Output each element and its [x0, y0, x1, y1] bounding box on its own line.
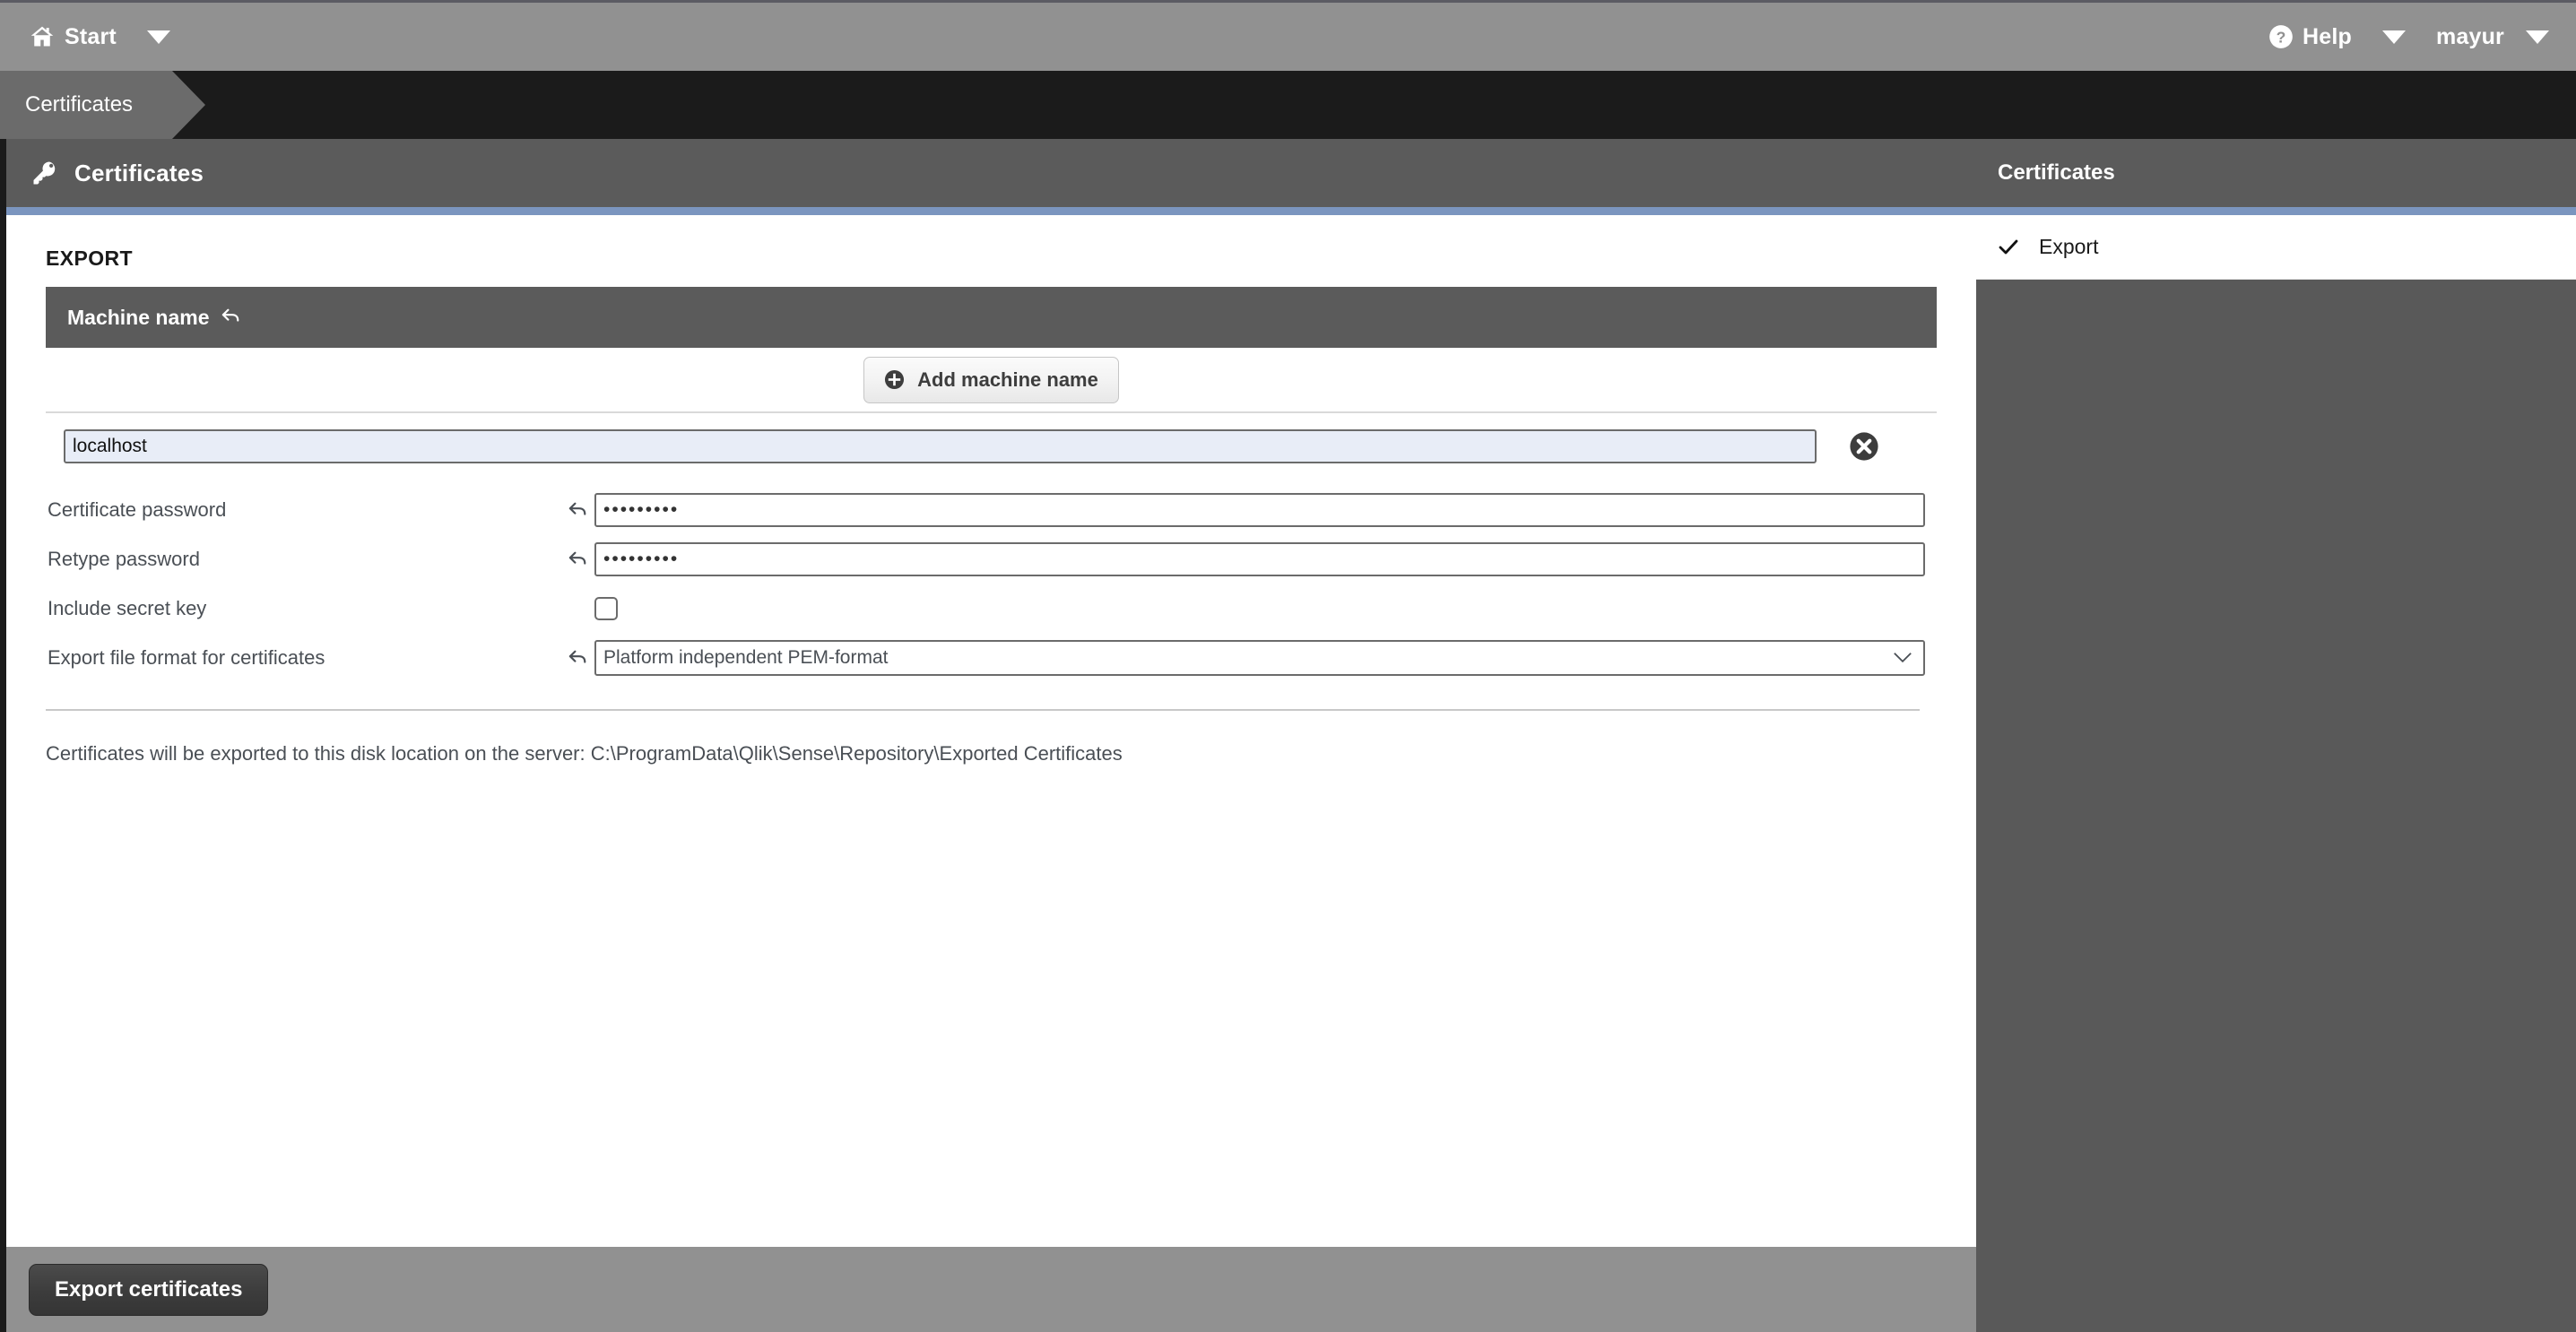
svg-text:?: ? — [2277, 28, 2286, 46]
breadcrumb-label: Certificates — [25, 92, 133, 117]
right-panel-header: Certificates — [1976, 139, 2576, 215]
help-button[interactable]: ? Help — [2259, 3, 2370, 71]
right-panel-list: Export — [1976, 215, 2576, 280]
user-menu-button[interactable]: mayur — [2418, 3, 2513, 71]
export-file-format-revert-icon[interactable] — [557, 649, 594, 667]
help-chevron-down-icon[interactable] — [2382, 30, 2406, 44]
right-panel-title: Certificates — [1998, 160, 2115, 186]
form-row-certificate-password: Certificate password — [46, 485, 1937, 534]
retype-password-revert-icon[interactable] — [557, 550, 594, 568]
include-secret-key-label: Include secret key — [46, 597, 557, 620]
page-title: Certificates — [74, 160, 204, 187]
right-panel-item-export[interactable]: Export — [1976, 215, 2576, 280]
section-title-export: EXPORT — [46, 215, 1937, 287]
right-side-panel: Certificates Export — [1976, 139, 2576, 1332]
machine-name-input[interactable] — [64, 429, 1817, 463]
left-rail-divider — [0, 139, 6, 1332]
start-label: Start — [56, 24, 126, 50]
machine-name-column-label: Machine name — [67, 306, 210, 330]
plus-circle-icon — [884, 369, 917, 390]
breadcrumb-bar: Certificates — [0, 71, 2576, 139]
undo-arrow-icon[interactable] — [210, 307, 241, 327]
start-menu-button[interactable]: Start — [20, 3, 134, 71]
machine-name-table: Machine name — [46, 287, 1937, 476]
page-body: EXPORT Machine name — [6, 215, 1976, 1247]
export-certificates-button[interactable]: Export certificates — [29, 1264, 268, 1316]
form-row-export-file-format: Export file format for certificates Plat… — [46, 633, 1937, 682]
chevron-down-icon[interactable] — [147, 30, 170, 44]
export-settings-form: Certificate password Retype password — [46, 476, 1937, 682]
export-file-format-select-wrapper: Platform independent PEM-format Windows … — [594, 640, 1925, 676]
help-label: Help — [2294, 24, 2361, 50]
retype-password-label: Retype password — [46, 548, 557, 571]
breadcrumb-item-certificates[interactable]: Certificates — [0, 71, 172, 139]
clear-circle-x-icon[interactable] — [1817, 431, 1879, 462]
form-row-retype-password: Retype password — [46, 534, 1937, 584]
machine-name-row — [46, 413, 1937, 476]
user-label: mayur — [2427, 24, 2513, 50]
export-location-note: Certificates will be exported to this di… — [46, 711, 1937, 765]
export-file-format-label: Export file format for certificates — [46, 646, 557, 670]
right-panel-item-label: Export — [2039, 235, 2098, 259]
check-icon — [1998, 237, 2019, 258]
add-machine-name-button[interactable]: Add machine name — [863, 357, 1119, 403]
footer-action-bar: Export certificates — [6, 1247, 1976, 1332]
certificate-password-revert-icon[interactable] — [557, 501, 594, 519]
key-icon — [31, 160, 58, 186]
machine-name-table-header: Machine name — [46, 287, 1937, 348]
top-navigation-bar: Start ? Help mayur — [0, 0, 2576, 71]
main-content-column: Certificates EXPORT Machine name — [6, 139, 1976, 1332]
form-row-include-secret-key: Include secret key — [46, 584, 1937, 633]
top-nav-right-group: ? Help mayur — [2259, 3, 2576, 71]
add-machine-name-label: Add machine name — [917, 368, 1098, 392]
include-secret-key-checkbox[interactable] — [594, 597, 618, 620]
user-chevron-down-icon[interactable] — [2526, 30, 2549, 44]
export-file-format-select[interactable]: Platform independent PEM-format Windows … — [594, 640, 1925, 676]
top-nav-left-group: Start — [0, 3, 183, 71]
machine-name-add-row: Add machine name — [46, 348, 1937, 413]
certificate-password-field[interactable] — [594, 493, 1925, 527]
question-circle-icon: ? — [2268, 24, 2294, 49]
home-icon — [29, 24, 56, 49]
certificate-password-label: Certificate password — [46, 498, 557, 522]
page-header: Certificates — [6, 139, 1976, 215]
retype-password-field[interactable] — [594, 542, 1925, 576]
